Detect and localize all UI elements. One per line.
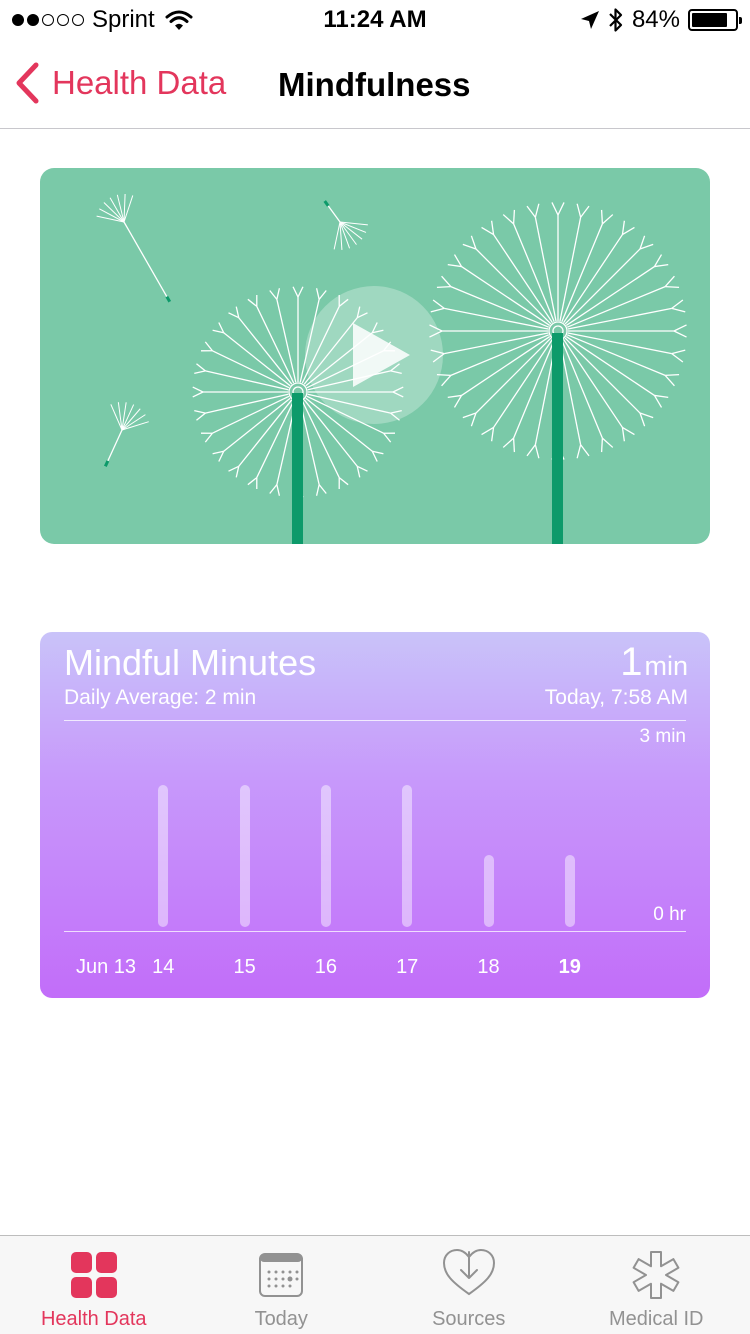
medical-id-icon xyxy=(632,1251,680,1299)
chart-bar xyxy=(158,785,169,927)
chart-baseline xyxy=(64,931,686,932)
bluetooth-icon xyxy=(609,8,623,32)
tab-label: Health Data xyxy=(40,1308,147,1330)
x-axis-label: 14 xyxy=(152,956,175,978)
tab-medical-id[interactable]: Medical ID xyxy=(563,1236,750,1334)
back-button[interactable]: Health Data xyxy=(14,62,226,104)
mindful-minutes-chart-card[interactable]: Mindful Minutes Daily Average: 2 min 1mi… xyxy=(40,632,710,998)
tab-today[interactable]: Today xyxy=(188,1236,376,1334)
chart-title: Mindful Minutes xyxy=(64,642,317,683)
tab-health-data[interactable]: Health Data xyxy=(0,1236,188,1334)
x-axis-label: 18 xyxy=(477,956,500,978)
battery-percent: 84% xyxy=(631,6,680,33)
x-axis-label: 19 xyxy=(558,956,581,978)
latest-time: Today, 7:58 AM xyxy=(544,686,688,709)
floating-seed xyxy=(165,295,172,303)
tab-bar: Health Data Today Sources Medical ID xyxy=(0,1235,750,1334)
back-button-label: Health Data xyxy=(52,64,227,101)
page-title: Mindfulness xyxy=(278,66,471,103)
floating-seed xyxy=(323,200,330,207)
x-axis-label: 17 xyxy=(396,956,419,978)
chart-bar xyxy=(564,855,575,927)
navigation-bar: Health Data Mindfulness xyxy=(0,40,750,129)
chart-bar xyxy=(239,785,250,927)
location-arrow-icon xyxy=(580,11,599,29)
dandelion-stem-large xyxy=(552,333,563,544)
chart-bar xyxy=(483,855,494,927)
tab-sources[interactable]: Sources xyxy=(375,1236,563,1334)
chart-bar xyxy=(320,785,331,927)
play-button[interactable] xyxy=(305,286,443,424)
y-axis-min-label: 0 hr xyxy=(653,904,686,925)
latest-value-unit: min xyxy=(644,651,688,681)
tab-label: Today xyxy=(254,1308,308,1330)
chart-top-line xyxy=(64,720,686,721)
dandelion-illustration xyxy=(96,194,687,544)
sources-heart-icon xyxy=(442,1248,495,1296)
chart-bar xyxy=(402,785,413,927)
daily-average-label: Daily Average: 2 min xyxy=(64,686,257,709)
status-bar: Sprint 11:24 AM 84% xyxy=(0,0,750,40)
calendar-icon xyxy=(259,1253,304,1297)
floating-seed xyxy=(103,460,110,467)
x-axis-label: 16 xyxy=(314,956,338,978)
latest-value: 1min xyxy=(620,640,688,685)
health-data-icon xyxy=(70,1252,117,1298)
chart-plot-area: 3 min 0 hr xyxy=(64,720,686,932)
latest-value-number: 1 xyxy=(620,640,643,684)
tab-label: Sources xyxy=(432,1308,506,1330)
mindfulness-video-card[interactable] xyxy=(40,168,710,544)
battery-icon xyxy=(688,9,742,31)
y-axis-max-label: 3 min xyxy=(639,726,686,747)
x-axis-label: 15 xyxy=(233,956,256,978)
battery-fill xyxy=(692,13,728,27)
tab-label: Medical ID xyxy=(609,1308,704,1330)
dandelion-stem-small xyxy=(292,393,303,544)
status-right: 84% xyxy=(580,6,742,34)
chevron-left-icon xyxy=(16,62,39,104)
